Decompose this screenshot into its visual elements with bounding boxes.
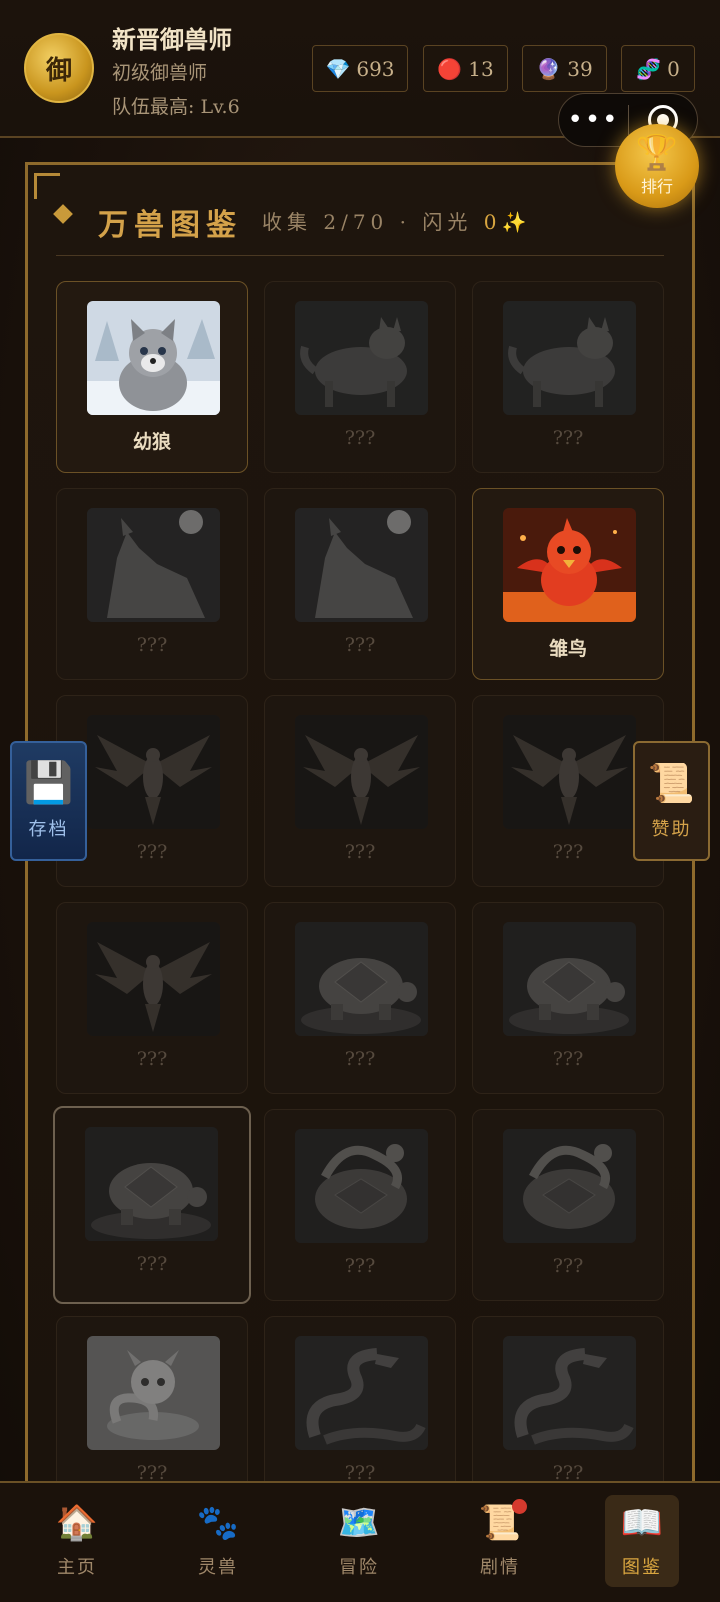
nav-label: 主页 xyxy=(57,1557,97,1578)
creature-portrait xyxy=(503,508,636,622)
creature-name: 雏鸟 xyxy=(548,638,587,660)
creature-name: ??? xyxy=(552,1048,584,1070)
creature-portrait xyxy=(87,715,220,829)
notification-badge xyxy=(512,1499,528,1514)
creature-name: ??? xyxy=(344,841,376,863)
nav-label: 剧情 xyxy=(480,1557,520,1578)
creature-portrait xyxy=(295,922,428,1036)
panel-corner-ornament xyxy=(34,173,60,199)
more-menu-button[interactable]: ••• xyxy=(559,105,628,135)
map-icon: 🗺️ xyxy=(337,1503,381,1543)
creature-name: 幼狼 xyxy=(132,431,171,453)
creature-card-locked[interactable]: ??? xyxy=(264,695,456,887)
floppy-disk-icon: 💾 xyxy=(23,760,74,806)
creature-card-locked[interactable]: ??? xyxy=(56,1316,248,1508)
collection-progress: 收集 2/70 · 闪光 0✨ xyxy=(262,206,526,235)
codex-title: 万兽图鉴 xyxy=(98,208,242,243)
title-divider xyxy=(56,255,664,256)
scroll-icon: 📜 xyxy=(479,1499,528,1543)
sparkle-icon: ✨ xyxy=(501,210,527,234)
avatar[interactable]: 御 xyxy=(24,33,94,103)
crystal-ball-icon: 🔮 xyxy=(536,56,562,81)
resource-crystal[interactable]: 🔮 39 xyxy=(522,45,607,92)
creature-card-locked[interactable]: ??? xyxy=(53,1106,251,1304)
creature-card-locked[interactable]: ??? xyxy=(472,1109,664,1301)
player-rank: 初级御兽师 xyxy=(112,62,208,84)
creature-card-owned[interactable]: 幼狼 xyxy=(56,281,248,473)
creature-portrait xyxy=(87,1336,220,1450)
creature-portrait xyxy=(295,508,428,622)
bottom-nav: 🏠 主页 🐾 灵兽 🗺️ 冒险 📜 剧情 📖 图鉴 xyxy=(0,1481,720,1602)
resource-red-orb[interactable]: 🔴 13 xyxy=(423,45,508,92)
creature-portrait xyxy=(295,715,428,829)
creature-name: ??? xyxy=(344,1048,376,1070)
diamond-icon: 💎 xyxy=(325,56,351,81)
creature-card-locked[interactable]: ??? xyxy=(264,1109,456,1301)
team-best-level: 队伍最高: Lv.6 xyxy=(112,96,240,118)
creature-portrait xyxy=(87,508,220,622)
creature-name: ??? xyxy=(552,427,584,449)
creature-name: ??? xyxy=(344,427,376,449)
creature-name: ??? xyxy=(552,1255,584,1277)
creature-portrait xyxy=(503,301,636,415)
paw-icon: 🐾 xyxy=(196,1503,240,1543)
creature-portrait xyxy=(503,922,636,1036)
book-icon: 📖 xyxy=(620,1503,664,1543)
creature-name: ??? xyxy=(136,1253,168,1275)
nav-adventure[interactable]: 🗺️ 冒险 xyxy=(322,1495,396,1587)
sponsor-button[interactable]: 📜 赞助 xyxy=(633,741,710,861)
resource-dna[interactable]: 🧬 0 xyxy=(621,45,695,92)
creature-portrait xyxy=(87,922,220,1036)
creature-card-locked[interactable]: ??? xyxy=(264,902,456,1094)
creature-portrait xyxy=(85,1127,218,1241)
creature-card-locked[interactable]: ??? xyxy=(472,902,664,1094)
nav-home[interactable]: 🏠 主页 xyxy=(40,1495,114,1587)
nav-story[interactable]: 📜 剧情 xyxy=(463,1495,537,1587)
creature-portrait xyxy=(503,715,636,829)
sponsor-label: 赞助 xyxy=(651,819,692,840)
shiny-count: 0 xyxy=(483,210,502,234)
creature-portrait xyxy=(503,1129,636,1243)
nav-label: 冒险 xyxy=(339,1557,379,1578)
creature-portrait xyxy=(87,301,220,415)
resource-value: 0 xyxy=(667,56,680,81)
home-icon: 🏠 xyxy=(55,1503,99,1543)
creature-name: ??? xyxy=(136,634,168,656)
resource-value: 13 xyxy=(468,56,494,81)
nav-label: 图鉴 xyxy=(622,1557,662,1578)
creature-portrait xyxy=(295,301,428,415)
creature-portrait xyxy=(503,1336,636,1450)
resource-diamond[interactable]: 💎 693 xyxy=(312,45,408,92)
creature-card-locked[interactable]: ??? xyxy=(56,488,248,680)
creature-card-locked[interactable]: ??? xyxy=(56,902,248,1094)
save-label: 存档 xyxy=(28,819,69,840)
creature-name: ??? xyxy=(136,1048,168,1070)
ranking-button[interactable]: 🏆 排行 xyxy=(615,124,699,208)
nav-label: 灵兽 xyxy=(198,1557,238,1578)
creature-card-locked[interactable]: ??? xyxy=(472,281,664,473)
scroll-icon: 📜 xyxy=(647,761,696,805)
creature-name: ??? xyxy=(344,634,376,656)
nav-codex[interactable]: 📖 图鉴 xyxy=(605,1495,679,1587)
creature-card-locked[interactable]: ??? xyxy=(264,488,456,680)
trophy-icon: 🏆 xyxy=(635,133,679,173)
creature-portrait xyxy=(295,1336,428,1450)
resource-value: 39 xyxy=(567,56,593,81)
creature-card-locked[interactable]: ??? xyxy=(472,1316,664,1508)
creature-card-locked[interactable]: ??? xyxy=(264,1316,456,1508)
creature-name: ??? xyxy=(344,1255,376,1277)
ranking-label: 排行 xyxy=(640,177,673,196)
nav-spirit-beasts[interactable]: 🐾 灵兽 xyxy=(181,1495,255,1587)
dna-icon: 🧬 xyxy=(636,56,662,81)
collect-label: 收集 2/70 · 闪光 xyxy=(262,210,473,234)
creature-card-locked[interactable]: ??? xyxy=(264,281,456,473)
player-name: 新晋御兽师 xyxy=(112,25,232,54)
creature-portrait xyxy=(295,1129,428,1243)
creature-card-owned[interactable]: 雏鸟 xyxy=(472,488,664,680)
red-orb-icon: 🔴 xyxy=(437,56,463,81)
save-button[interactable]: 💾 存档 xyxy=(10,741,87,861)
resource-value: 693 xyxy=(356,56,395,81)
